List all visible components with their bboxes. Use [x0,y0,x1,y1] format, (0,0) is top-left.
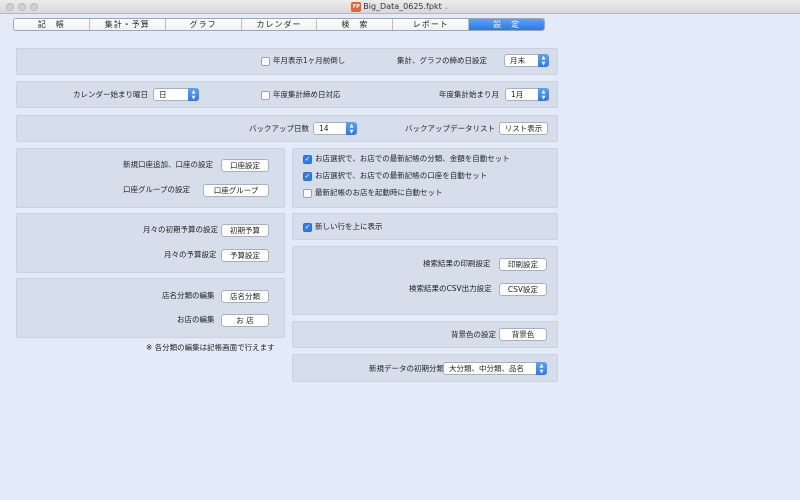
popup-arrows-icon: ▲ ▼ [536,362,547,375]
auto-account-label: お店選択で、お店での最新記帳の口座を自動セット [315,171,488,180]
month-shift-checkbox[interactable] [261,57,270,66]
week-start-select[interactable]: 日 ▲ ▼ [153,88,199,101]
closing-day-select[interactable]: 月末 ▲ ▼ [504,54,549,67]
auto-category-checkbox[interactable]: ✓ [303,155,312,164]
tab-graph[interactable]: グラフ [165,19,242,30]
shop-category-label: 店名分類の編集 [162,291,215,300]
csv-settings-button[interactable]: CSV設定 [499,283,547,296]
new-data-category-panel: 新規データの初期分類 大分類、中分類、品名 ▲ ▼ [292,354,558,382]
monthly-budget-label: 月々の予算設定 [164,250,217,259]
account-panel: 新規口座追加、口座の設定 口座設定 口座グループの設定 口座グループ [16,148,285,208]
auto-set-panel: ✓ お店選択で、お店での最新記帳の分類、金額を自動セット ✓ お店選択で、お店で… [292,148,558,208]
shop-category-button[interactable]: 店名分類 [221,290,269,303]
tab-bar: 記 帳 集計・予算 グラフ カレンダー 検 索 レポート 設 定 [13,18,545,31]
new-account-label: 新規口座追加、口座の設定 [123,160,213,169]
closing-day-label: 集計、グラフの締め日設定 [397,56,487,65]
display-closing-panel: 年月表示1ヶ月前倒し 集計、グラフの締め日設定 月末 ▲ ▼ [16,48,558,75]
tab-settings[interactable]: 設 定 [469,19,544,30]
print-settings-button[interactable]: 印刷設定 [499,258,547,271]
new-data-category-value: 大分類、中分類、品名 [449,364,524,373]
tab-ledger[interactable]: 記 帳 [14,19,90,30]
fiscal-closing-label: 年度集計締め日対応 [273,90,341,99]
auto-account-checkbox[interactable]: ✓ [303,172,312,181]
app-icon: FP [351,1,362,12]
fiscal-start-label: 年度集計始まり月 [439,90,499,99]
tab-report[interactable]: レポート [393,19,470,30]
budget-settings-button[interactable]: 予算設定 [221,249,269,262]
tab-calendar[interactable]: カレンダー [241,19,318,30]
background-color-button[interactable]: 背景色 [499,328,547,341]
shop-edit-label: お店の編集 [177,315,215,324]
shop-edit-button[interactable]: お 店 [221,314,269,327]
popup-arrows-icon: ▲ ▼ [538,88,549,101]
initial-budget-button[interactable]: 初期予算 [221,224,269,237]
backup-days-value: 14 [319,124,329,133]
account-group-label: 口座グループの設定 [123,185,191,194]
category-edit-note: ※ 各分類の編集は記帳画面で行えます [146,343,275,352]
week-start-label: カレンダー始まり曜日 [73,90,148,99]
auto-shop-label: 最新記帳のお店を起動時に自動セット [315,188,443,197]
backup-days-label: バックアップ日数 [249,124,309,133]
account-group-button[interactable]: 口座グループ [203,184,269,197]
fiscal-start-select[interactable]: 1月 ▲ ▼ [505,88,549,101]
shop-panel: 店名分類の編集 店名分類 お店の編集 お 店 [16,278,285,338]
background-color-panel: 背景色の設定 背景色 [292,321,558,348]
month-shift-label: 年月表示1ヶ月前倒し [273,56,346,65]
new-row-panel: ✓ 新しい行を上に表示 [292,213,558,240]
popup-arrows-icon: ▲ ▼ [538,54,549,67]
account-settings-button[interactable]: 口座設定 [221,159,269,172]
new-row-top-label: 新しい行を上に表示 [315,222,383,231]
window-title-text: Big_Data_0625.fpkt [363,2,442,11]
backup-list-label: バックアップデータリスト [405,124,495,133]
popup-arrows-icon: ▲ ▼ [188,88,199,101]
backup-panel: バックアップ日数 14 ▲ ▼ バックアップデータリスト リスト表示 [16,115,558,142]
title-bar: FP Big_Data_0625.fpkt ⌄ [0,0,800,14]
popup-arrows-icon: ▲ ▼ [346,122,357,135]
tab-search[interactable]: 検 索 [317,19,394,30]
auto-category-label: お店選択で、お店での最新記帳の分類、金額を自動セット [315,154,510,163]
new-data-category-select[interactable]: 大分類、中分類、品名 ▲ ▼ [443,362,547,375]
auto-shop-checkbox[interactable] [303,189,312,198]
chevron-down-icon[interactable]: ⌄ [444,4,449,11]
week-start-value: 日 [159,90,167,99]
background-color-label: 背景色の設定 [451,330,496,339]
list-display-button[interactable]: リスト表示 [499,122,548,135]
backup-days-select[interactable]: 14 ▲ ▼ [313,122,357,135]
closing-day-value: 月末 [510,56,525,65]
fiscal-closing-checkbox[interactable] [261,91,270,100]
new-row-top-checkbox[interactable]: ✓ [303,223,312,232]
print-settings-label: 検索結果の印刷設定 [423,259,491,268]
initial-budget-label: 月々の初期予算の設定 [143,225,218,234]
budget-panel: 月々の初期予算の設定 初期予算 月々の予算設定 予算設定 [16,213,285,273]
settings-content: 記 帳 集計・予算 グラフ カレンダー 検 索 レポート 設 定 年月表示1ヶ月… [0,14,800,500]
fiscal-start-value: 1月 [511,90,524,99]
csv-settings-label: 検索結果のCSV出力設定 [409,284,492,293]
window-title: FP Big_Data_0625.fpkt ⌄ [0,1,800,14]
print-csv-panel: 検索結果の印刷設定 印刷設定 検索結果のCSV出力設定 CSV設定 [292,246,558,315]
tab-summary-budget[interactable]: 集計・予算 [89,19,166,30]
new-data-category-label: 新規データの初期分類 [369,364,444,373]
calendar-fiscal-panel: カレンダー始まり曜日 日 ▲ ▼ 年度集計締め日対応 年度集計始まり月 1月 ▲ ▼ [16,81,558,108]
